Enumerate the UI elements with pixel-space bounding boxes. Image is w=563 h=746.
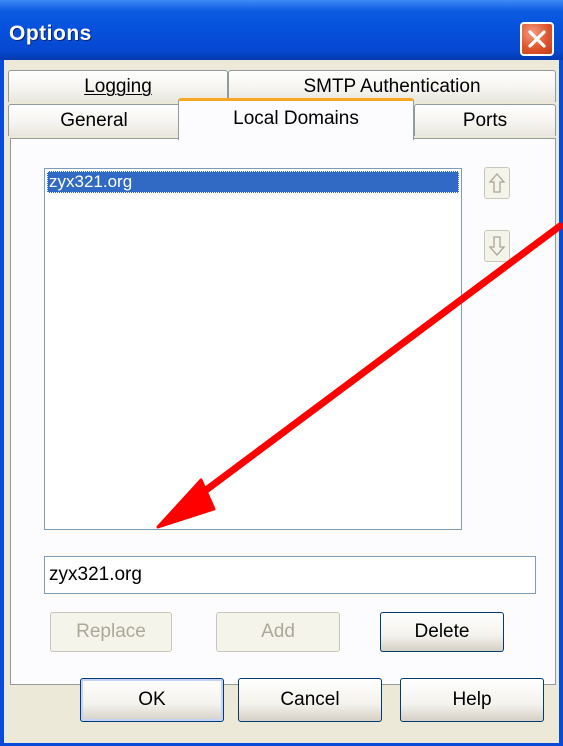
- replace-button-label: Replace: [76, 621, 146, 642]
- help-button-label: Help: [452, 689, 492, 710]
- delete-button[interactable]: Delete: [380, 612, 504, 652]
- move-up-button[interactable]: [484, 167, 510, 199]
- arrow-up-icon: [488, 173, 506, 193]
- tab-general-label: General: [60, 110, 128, 131]
- add-button[interactable]: Add: [216, 612, 340, 652]
- ok-button-label: OK: [138, 689, 166, 710]
- tab-smtp-authentication-label: SMTP Authentication: [303, 76, 481, 97]
- options-window: Options Logging SMTP Authentication Gene…: [0, 0, 563, 746]
- add-button-label: Add: [261, 621, 295, 642]
- ok-button[interactable]: OK: [80, 678, 224, 722]
- domain-list-item-text: zyx321.org: [49, 172, 133, 191]
- move-down-button[interactable]: [484, 230, 510, 262]
- tab-general[interactable]: General: [8, 104, 180, 136]
- dialog-client-area: Logging SMTP Authentication General Loca…: [4, 60, 559, 743]
- cancel-button[interactable]: Cancel: [238, 678, 382, 722]
- domains-listbox[interactable]: zyx321.org: [44, 168, 462, 530]
- replace-button[interactable]: Replace: [50, 612, 172, 652]
- domain-input-value: zyx321.org: [49, 564, 142, 585]
- tab-ports-label: Ports: [462, 110, 508, 131]
- tab-local-domains-label: Local Domains: [233, 108, 359, 129]
- cancel-button-label: Cancel: [280, 689, 340, 710]
- arrow-down-icon: [488, 236, 506, 256]
- list-item[interactable]: zyx321.org: [47, 171, 459, 193]
- tab-local-domains[interactable]: Local Domains: [178, 98, 414, 140]
- domain-input[interactable]: zyx321.org: [44, 556, 536, 594]
- help-button[interactable]: Help: [400, 678, 544, 722]
- delete-button-label: Delete: [414, 621, 470, 642]
- tab-ports[interactable]: Ports: [414, 104, 556, 136]
- close-button[interactable]: [520, 22, 554, 56]
- close-x-icon: [528, 30, 546, 48]
- title-bar[interactable]: Options: [0, 0, 563, 60]
- tab-logging-label: Logging: [84, 76, 152, 97]
- window-title: Options: [9, 22, 92, 45]
